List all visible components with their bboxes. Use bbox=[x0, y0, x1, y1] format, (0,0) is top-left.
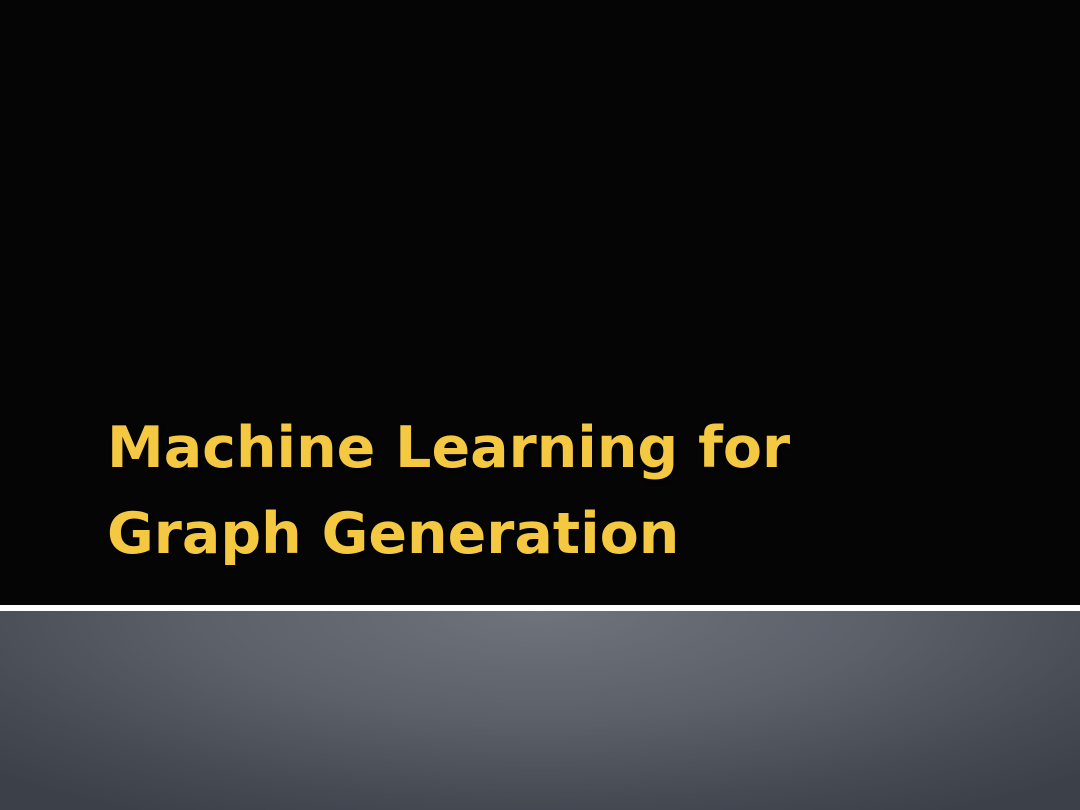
slide-title: Machine Learning for Graph Generation bbox=[107, 405, 1007, 577]
slide: Machine Learning for Graph Generation bbox=[0, 0, 1080, 810]
slide-title-line-1: Machine Learning for bbox=[107, 415, 791, 481]
slide-title-line-2: Graph Generation bbox=[107, 501, 680, 567]
footer-band bbox=[0, 611, 1080, 810]
title-area: Machine Learning for Graph Generation bbox=[0, 0, 1080, 605]
